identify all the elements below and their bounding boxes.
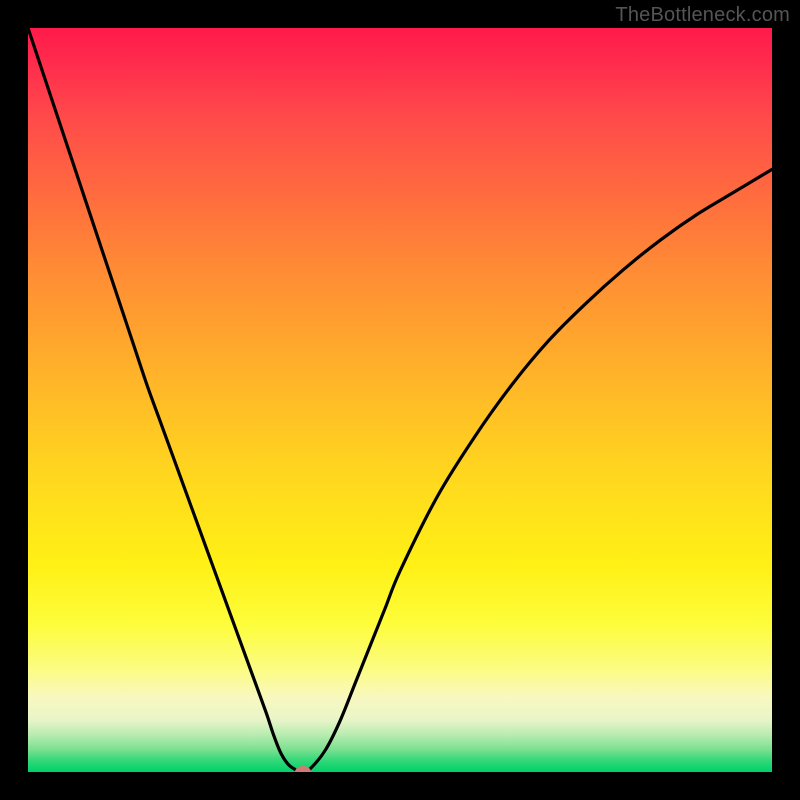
curve-svg [28, 28, 772, 772]
chart-frame: TheBottleneck.com [0, 0, 800, 800]
plot-area [28, 28, 772, 772]
bottleneck-curve [28, 28, 772, 772]
watermark-text: TheBottleneck.com [615, 4, 790, 27]
optimum-marker [295, 766, 311, 772]
